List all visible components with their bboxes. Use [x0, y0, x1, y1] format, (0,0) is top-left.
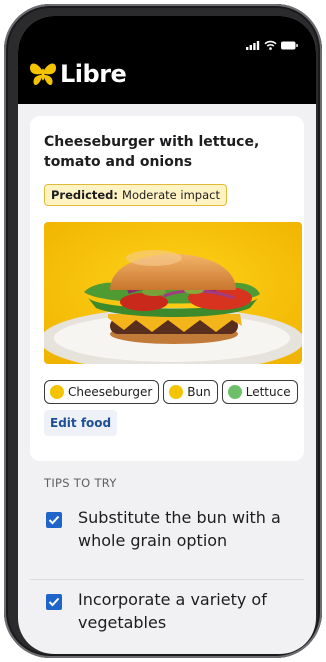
status-bar — [246, 40, 298, 50]
checkbox-checked-icon[interactable] — [46, 512, 62, 528]
checkbox-checked-icon[interactable] — [46, 594, 62, 610]
phone-screen: Libre Cheeseburger with lettuce, tomato … — [18, 16, 316, 654]
signal-icon — [246, 40, 260, 50]
green-dot-icon — [227, 385, 242, 399]
chip-label: Lettuce — [245, 385, 291, 399]
edit-food-button[interactable]: Edit food — [44, 410, 118, 436]
prediction-value: Moderate impact — [122, 188, 220, 202]
butterfly-icon — [30, 63, 56, 86]
food-title: Cheeseburger with lettuce, tomato and on… — [44, 134, 260, 170]
tip-text: Incorporate a variety of vegetables — [78, 590, 267, 632]
app-name: Libre — [60, 60, 127, 88]
ingredient-chips: Cheeseburger Bun Lettuce — [44, 380, 298, 404]
tips-heading: TIPS TO TRY — [44, 476, 117, 490]
app-logo: Libre — [28, 60, 127, 88]
tip-item[interactable]: Substitute the bun with a whole grain op… — [30, 504, 304, 578]
prediction-badge: Predicted: Moderate impact — [44, 184, 227, 206]
chip-label: Cheeseburger — [68, 385, 153, 399]
food-photo — [44, 222, 302, 364]
prediction-label: Predicted: — [51, 188, 119, 202]
ingredient-chip-cheeseburger[interactable]: Cheeseburger — [44, 380, 160, 404]
wifi-icon — [264, 40, 277, 50]
yellow-dot-icon — [169, 385, 184, 399]
divider — [30, 579, 304, 580]
battery-icon — [281, 41, 298, 49]
chip-label: Bun — [187, 385, 211, 399]
phone-frame: Libre Cheeseburger with lettuce, tomato … — [4, 4, 322, 658]
tip-item[interactable]: Incorporate a variety of vegetables — [30, 586, 304, 654]
yellow-dot-icon — [50, 385, 64, 399]
food-card: Cheeseburger with lettuce, tomato and on… — [30, 116, 304, 461]
tip-text: Substitute the bun with a whole grain op… — [78, 508, 281, 550]
app-header: Libre — [18, 16, 316, 104]
ingredient-chip-bun[interactable]: Bun — [163, 380, 218, 404]
ingredient-chip-lettuce[interactable]: Lettuce — [221, 380, 298, 404]
